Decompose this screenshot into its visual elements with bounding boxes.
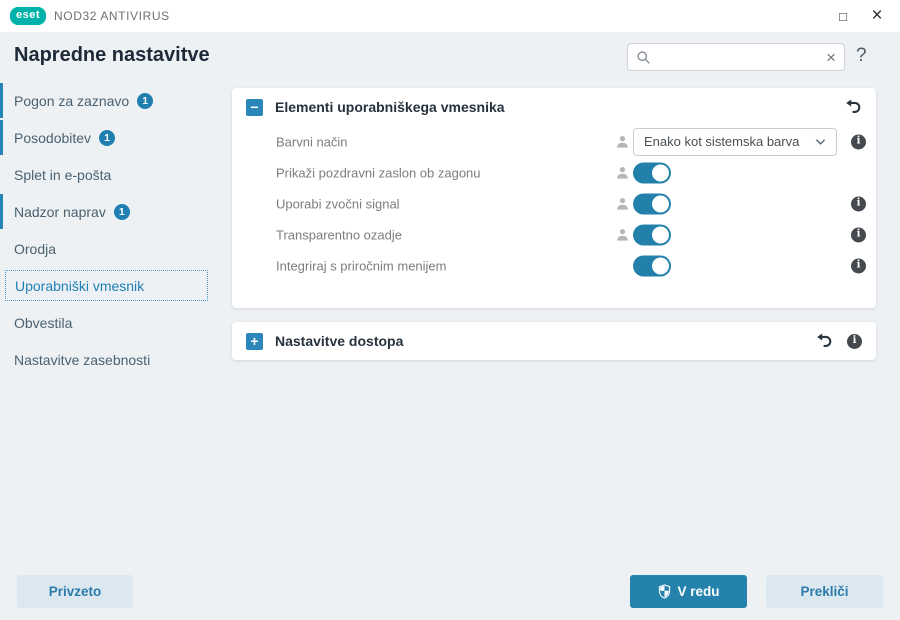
info-icon[interactable]: i	[847, 334, 862, 349]
collapse-icon[interactable]: −	[246, 99, 263, 116]
reset-to-default-icon[interactable]	[815, 332, 833, 350]
sidebar-item-label: Nastavitve zasebnosti	[14, 352, 150, 368]
sidebar-item[interactable]: Nadzor naprav 1	[0, 196, 230, 227]
expand-icon[interactable]: +	[246, 333, 263, 350]
toggle-knob	[652, 257, 669, 274]
info-icon[interactable]: i	[851, 258, 866, 273]
sidebar-item[interactable]: Obvestila	[0, 307, 230, 338]
settings-section: −Elementi uporabniškega vmesnikaBarvni n…	[232, 88, 876, 308]
section-rows: Barvni način Enako kot sistemska barva i Pr…	[232, 126, 876, 308]
attention-marker	[0, 83, 3, 118]
search-icon	[636, 50, 651, 65]
setting-row: Transparentno ozadje i	[232, 219, 876, 250]
toggle-knob	[652, 226, 669, 243]
attention-marker	[0, 194, 3, 229]
setting-row: Barvni način Enako kot sistemska barva i	[232, 126, 876, 157]
user-override-icon	[615, 165, 630, 180]
sidebar-item-label: Obvestila	[14, 315, 72, 331]
sidebar-item-label: Pogon za zaznavo	[14, 93, 129, 109]
toggle-knob	[652, 195, 669, 212]
attention-badge: 1	[99, 130, 115, 146]
default-button[interactable]: Privzeto	[17, 575, 133, 608]
setting-row: Uporabi zvočni signal i	[232, 188, 876, 219]
sidebar-item-label: Uporabniški vmesnik	[15, 278, 144, 294]
sidebar-item-label: Splet in e-pošta	[14, 167, 111, 183]
toggle-switch[interactable]	[633, 193, 671, 214]
toggle-switch[interactable]	[633, 162, 671, 183]
setting-label: Integriraj s priročnim menijem	[276, 258, 447, 273]
sidebar-item[interactable]: Pogon za zaznavo 1	[0, 85, 230, 116]
search-input[interactable]	[657, 50, 820, 65]
search-box[interactable]: ×	[627, 43, 845, 71]
section-header: + Nastavitve dostopa i	[232, 322, 876, 360]
user-override-icon	[615, 134, 630, 149]
close-button[interactable]: ×	[860, 0, 894, 32]
sidebar-item[interactable]: Uporabniški vmesnik	[5, 270, 208, 301]
ok-button[interactable]: V redu	[630, 575, 747, 608]
titlebar: eset NOD32 ANTIVIRUS □ ×	[0, 0, 900, 32]
default-button-label: Privzeto	[49, 584, 102, 599]
dropdown-select[interactable]: Enako kot sistemska barva	[633, 128, 837, 156]
help-icon[interactable]: ?	[856, 45, 867, 67]
sidebar-item-label: Nadzor naprav	[14, 204, 106, 220]
setting-row: Integriraj s priročnim menijem i	[232, 250, 876, 281]
user-override-icon	[615, 196, 630, 211]
cancel-button[interactable]: Prekliči	[766, 575, 883, 608]
section-actions: i	[815, 332, 862, 350]
ok-button-label: V redu	[677, 584, 719, 599]
setting-label: Prikaži pozdravni zaslon ob zagonu	[276, 165, 481, 180]
section-header: −Elementi uporabniškega vmesnika	[232, 88, 876, 126]
sidebar-item[interactable]: Nastavitve zasebnosti	[0, 344, 230, 375]
section-title: Nastavitve dostopa	[275, 333, 815, 349]
toggle-switch[interactable]	[633, 255, 671, 276]
setting-label: Barvni način	[276, 134, 348, 149]
info-icon[interactable]: i	[851, 227, 866, 242]
eset-logo: eset	[10, 7, 46, 25]
setting-label: Uporabi zvočni signal	[276, 196, 400, 211]
chevron-down-icon	[815, 138, 826, 146]
attention-marker	[0, 120, 3, 155]
cancel-button-label: Prekliči	[800, 584, 848, 599]
security-shield-icon	[657, 584, 672, 599]
attention-badge: 1	[137, 93, 153, 109]
reset-to-default-icon[interactable]	[844, 98, 862, 116]
page-title: Napredne nastavitve	[14, 44, 210, 67]
setting-label: Transparentno ozadje	[276, 227, 402, 242]
sidebar-item[interactable]: Splet in e-pošta	[0, 159, 230, 190]
maximize-button[interactable]: □	[826, 0, 860, 32]
sidebar-item[interactable]: Orodja	[0, 233, 230, 264]
info-icon[interactable]: i	[851, 196, 866, 211]
setting-row: Prikaži pozdravni zaslon ob zagonu	[232, 157, 876, 188]
section-actions	[844, 98, 862, 116]
product-name: NOD32 ANTIVIRUS	[54, 9, 170, 23]
section-title: Elementi uporabniškega vmesnika	[275, 99, 844, 115]
sidebar-item-label: Orodja	[14, 241, 56, 257]
search-clear-icon[interactable]: ×	[826, 49, 836, 66]
user-override-icon	[615, 227, 630, 242]
toggle-knob	[652, 164, 669, 181]
sidebar-item[interactable]: Posodobitev 1	[0, 122, 230, 153]
toggle-switch[interactable]	[633, 224, 671, 245]
dropdown-value: Enako kot sistemska barva	[644, 134, 815, 149]
window-controls: □ ×	[826, 0, 900, 32]
settings-section: + Nastavitve dostopa i	[232, 322, 876, 360]
sidebar: Pogon za zaznavo 1 Posodobitev 1 Splet in e-…	[0, 85, 230, 381]
attention-badge: 1	[114, 204, 130, 220]
sidebar-item-label: Posodobitev	[14, 130, 91, 146]
main-panel: −Elementi uporabniškega vmesnikaBarvni n…	[232, 88, 876, 360]
info-icon[interactable]: i	[851, 134, 866, 149]
